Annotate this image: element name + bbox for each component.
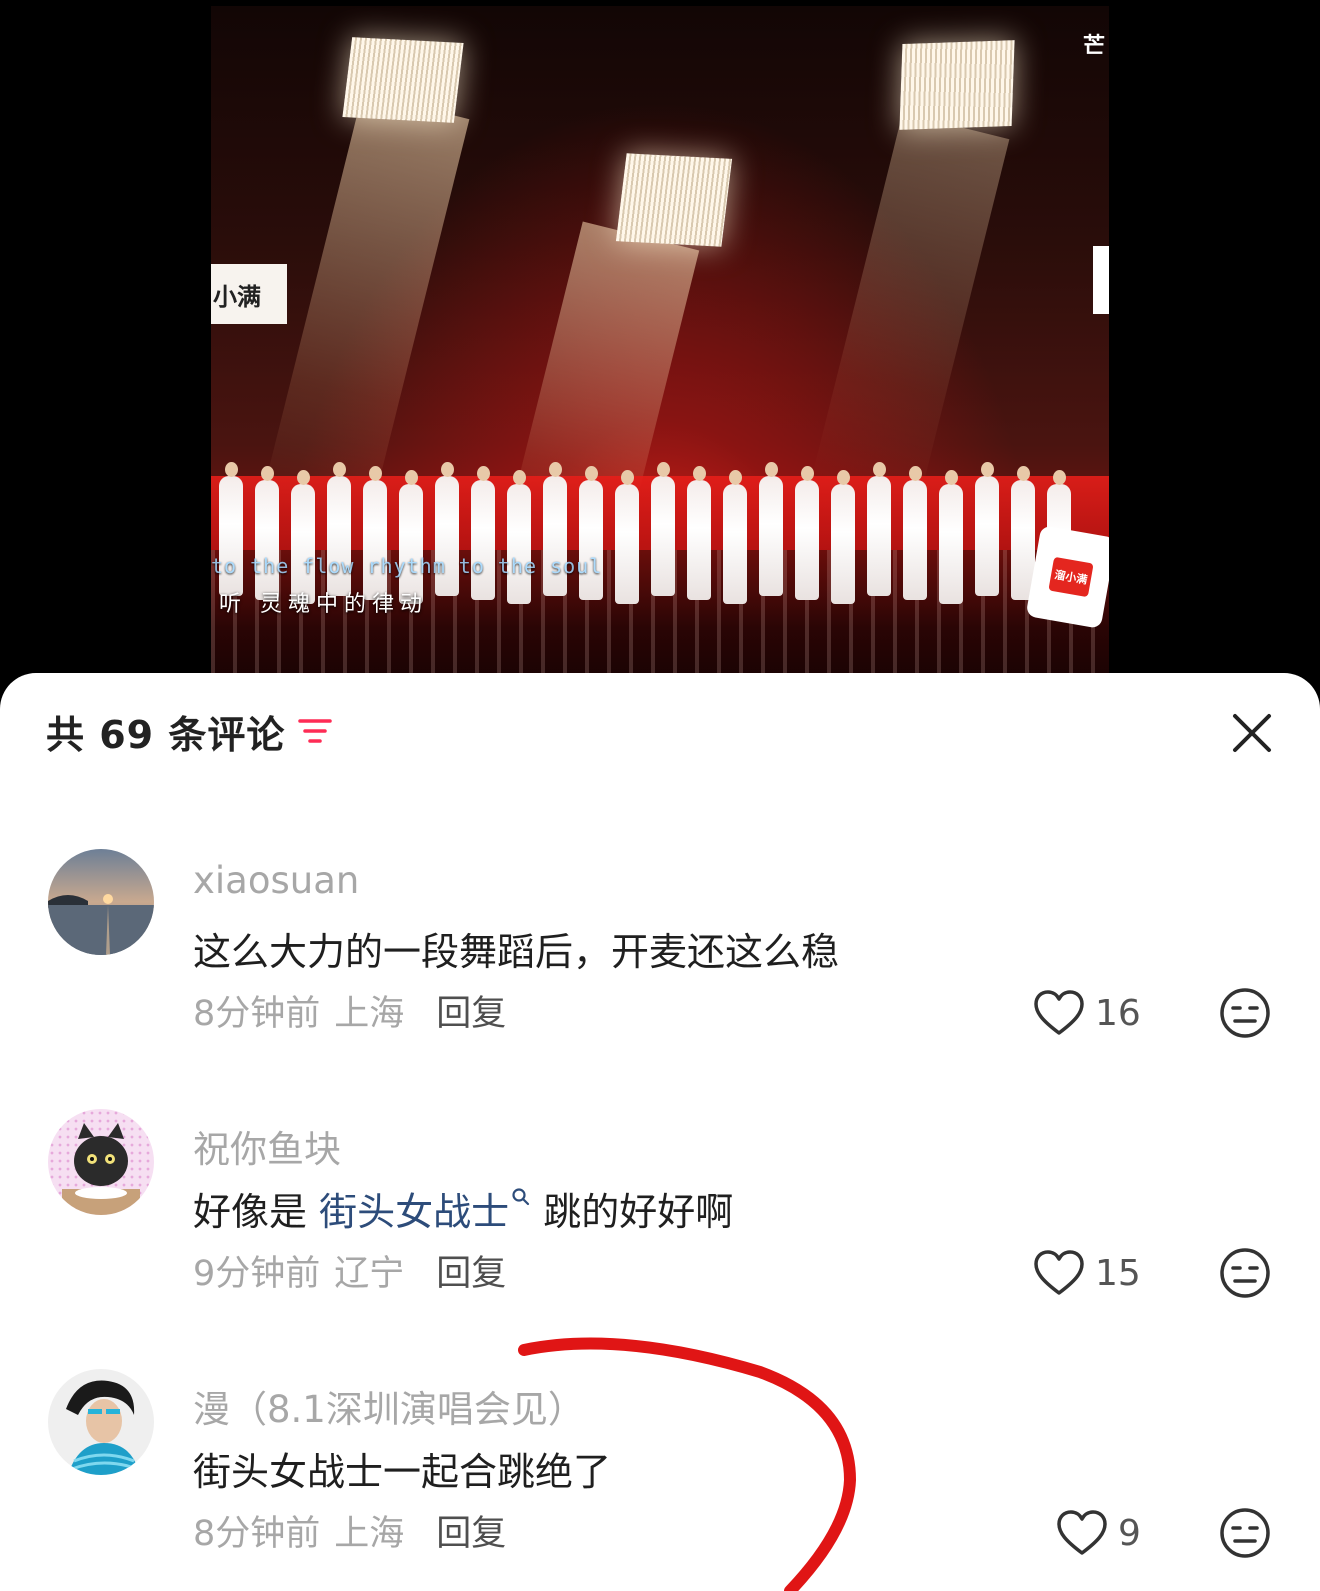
comment-location: 辽宁 xyxy=(334,1254,405,1294)
dancer-figure xyxy=(219,462,243,596)
comment-text: 街头女战士一起合跳绝了 xyxy=(193,1450,612,1494)
like-button[interactable]: 15 xyxy=(1033,1249,1141,1297)
dancer-figure xyxy=(327,462,351,596)
stage-light-panel xyxy=(899,40,1015,130)
comment-username[interactable]: 漫（8.1深圳演唱会见） xyxy=(193,1379,585,1433)
dancer-figure xyxy=(939,470,963,604)
reply-button[interactable]: 回复 xyxy=(436,1245,506,1296)
dancer-figure xyxy=(435,462,459,596)
dancer-figure xyxy=(975,462,999,596)
dancer-figure xyxy=(471,466,495,600)
cat-avatar-image xyxy=(48,1109,154,1215)
comment-username[interactable]: 祝你鱼块 xyxy=(193,1119,341,1173)
comment-meta: 8分钟前 上海 回复 xyxy=(193,985,506,1036)
sort-filter-icon[interactable] xyxy=(297,715,333,747)
avatar[interactable] xyxy=(48,849,154,955)
dancer-figure xyxy=(867,462,891,596)
comment-meta: 9分钟前 辽宁 回复 xyxy=(193,1245,506,1296)
reply-button[interactable]: 回复 xyxy=(436,1505,506,1556)
subtitle-english: to the flow rhythm to the soul xyxy=(211,554,603,578)
sponsor-card: 溜小满 xyxy=(1025,525,1109,629)
dancer-figure xyxy=(543,462,567,596)
sunset-avatar-image xyxy=(48,849,154,955)
mention-label: 街头女战士 xyxy=(319,1190,510,1234)
dancer-figure xyxy=(651,462,675,596)
comment-item: xiaosuan 这么大力的一段舞蹈后，开麦还这么稳 8分钟前 上海 回复 16 xyxy=(0,849,1320,1059)
dancer-figure xyxy=(759,462,783,596)
video-player[interactable]: 小满 芒 to the flow rhythm to the soul 听 灵魂… xyxy=(211,6,1109,680)
dislike-face-icon[interactable] xyxy=(1219,1507,1271,1559)
sponsor-logo: 溜小满 xyxy=(1048,556,1094,598)
dancer-figure xyxy=(579,466,603,600)
close-icon[interactable] xyxy=(1230,711,1274,755)
like-button[interactable]: 9 xyxy=(1056,1509,1141,1557)
like-count: 9 xyxy=(1118,1512,1141,1554)
light-beam xyxy=(810,112,1010,509)
like-button[interactable]: 16 xyxy=(1033,989,1141,1037)
dancer-figure xyxy=(723,470,747,604)
comment-text-part: 好像是 xyxy=(193,1190,320,1234)
avatar[interactable] xyxy=(48,1109,154,1215)
dancer-figure xyxy=(831,470,855,604)
portrait-avatar-image xyxy=(48,1369,154,1475)
heart-icon xyxy=(1034,1250,1084,1295)
name-card: 小满 xyxy=(211,264,287,324)
comment-text-part: 跳的好好啊 xyxy=(531,1190,734,1234)
like-count: 16 xyxy=(1095,992,1141,1034)
comment-item: 祝你鱼块 好像是 街头女战士 跳的好好啊 9分钟前 辽宁 回复 15 xyxy=(0,1109,1320,1319)
comment-time: 8分钟前 xyxy=(193,1514,321,1554)
subtitle-chinese: 听 灵魂中的律动 xyxy=(219,592,428,617)
comment-header: 共 69 条评论 xyxy=(46,705,333,757)
comment-meta: 8分钟前 上海 回复 xyxy=(193,1505,506,1556)
comment-sheet: 共 69 条评论 xiaosuan 这么大力的一段舞蹈后，开麦还这么稳 8分钟前… xyxy=(0,673,1320,1591)
dancer-figure xyxy=(255,466,279,600)
stage-light-panel xyxy=(615,153,733,247)
stage-light-panel xyxy=(342,37,464,123)
light-beam xyxy=(261,92,470,527)
reply-button[interactable]: 回复 xyxy=(436,985,506,1036)
avatar[interactable] xyxy=(48,1369,154,1475)
heart-icon xyxy=(1057,1510,1107,1555)
comment-item: 漫（8.1深圳演唱会见） 街头女战士一起合跳绝了 8分钟前 上海 回复 9 xyxy=(0,1369,1320,1579)
dancer-figure xyxy=(795,466,819,600)
dancer-figure xyxy=(363,466,387,600)
dancer-figure xyxy=(507,470,531,604)
dancer-figure xyxy=(687,466,711,600)
comment-text: 好像是 街头女战士 跳的好好啊 xyxy=(193,1181,733,1236)
heart-icon xyxy=(1034,990,1084,1035)
comment-username[interactable]: xiaosuan xyxy=(193,859,359,902)
channel-logo: 芒 xyxy=(1082,34,1105,59)
dancer-figure xyxy=(615,470,639,604)
comment-count-title: 共 69 条评论 xyxy=(46,712,286,757)
mention-link[interactable]: 街头女战士 xyxy=(319,1188,531,1234)
comment-time: 9分钟前 xyxy=(193,1254,321,1294)
dislike-face-icon[interactable] xyxy=(1219,987,1271,1039)
comment-location: 上海 xyxy=(334,1514,405,1554)
comment-time: 8分钟前 xyxy=(193,994,321,1034)
dancer-figure xyxy=(903,466,927,600)
dislike-face-icon[interactable] xyxy=(1219,1247,1271,1299)
side-card xyxy=(1093,246,1109,314)
like-count: 15 xyxy=(1095,1252,1141,1294)
comment-location: 上海 xyxy=(334,994,405,1034)
screen: 小满 芒 to the flow rhythm to the soul 听 灵魂… xyxy=(0,0,1320,1591)
comment-text: 这么大力的一段舞蹈后，开麦还这么稳 xyxy=(193,930,840,974)
search-icon xyxy=(512,1188,530,1206)
